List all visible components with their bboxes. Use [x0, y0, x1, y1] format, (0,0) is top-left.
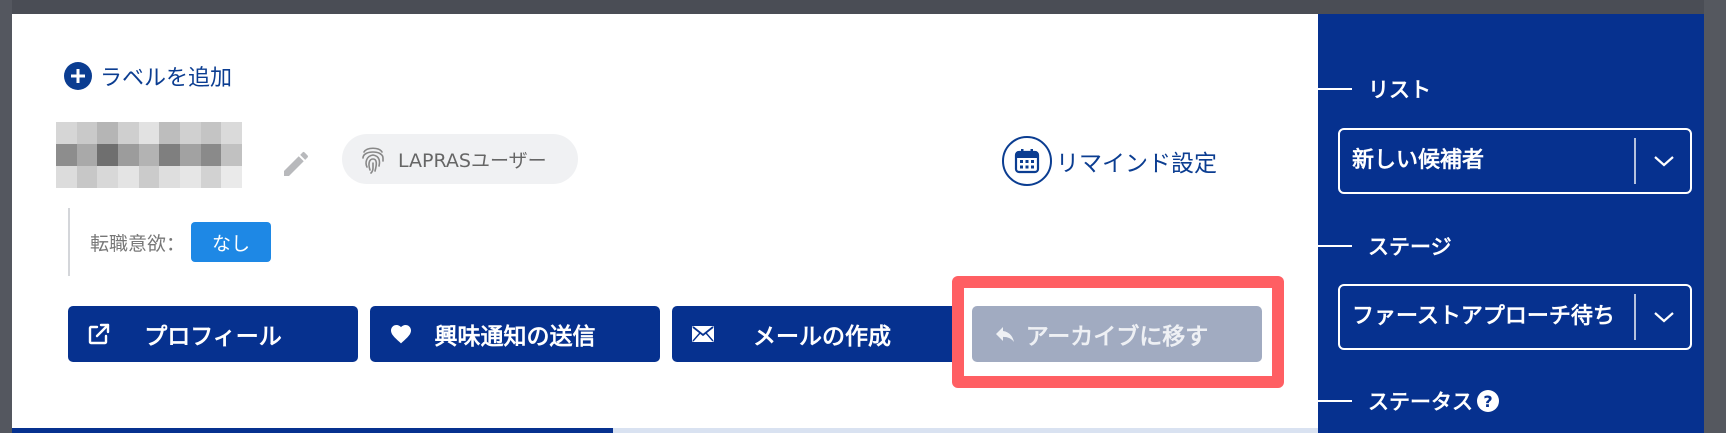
- stage-heading-text: ステージ: [1368, 235, 1452, 259]
- stage-select-value: ファーストアプローチ待ち: [1352, 304, 1615, 329]
- status-heading-text: ステータス: [1368, 390, 1473, 414]
- remind-settings-button[interactable]: リマインド設定: [1002, 136, 1217, 186]
- list-heading: リスト: [1318, 74, 1704, 104]
- motivation-badge: なし: [191, 222, 272, 262]
- heart-icon: [391, 325, 411, 344]
- add-label-button[interactable]: ラベルを追加: [64, 60, 232, 92]
- progress-bar-fill: [12, 428, 613, 433]
- status-heading: ステータス ?: [1318, 386, 1704, 416]
- list-select[interactable]: 新しい候補者: [1338, 128, 1692, 194]
- add-label-text: ラベルを追加: [100, 66, 233, 91]
- reply-arrow-icon: [996, 327, 1014, 342]
- stage-select[interactable]: ファーストアプローチ待ち: [1338, 284, 1692, 350]
- modal-backdrop-right: [1704, 0, 1726, 433]
- move-to-archive-label: アーカイブに移す: [1025, 324, 1209, 350]
- envelope-icon: [692, 326, 714, 342]
- job-change-motivation: 転職意欲： なし: [68, 208, 272, 276]
- remind-settings-label: リマインド設定: [1056, 151, 1217, 177]
- profile-button[interactable]: プロフィール: [68, 306, 358, 362]
- candidate-name-mosaic: [56, 122, 242, 188]
- lapras-user-badge: LAPRASユーザー: [342, 134, 578, 184]
- send-interest-button[interactable]: 興味通知の送信: [370, 306, 660, 362]
- lapras-badge-label: LAPRASユーザー: [398, 149, 547, 172]
- progress-bar: [12, 428, 1318, 433]
- fingerprint-icon: [362, 147, 384, 174]
- chevron-down-icon: [1654, 312, 1674, 323]
- list-select-value: 新しい候補者: [1352, 148, 1485, 173]
- motivation-label: 転職意欲：: [90, 232, 186, 255]
- modal-backdrop-left: [0, 0, 12, 433]
- move-to-archive-button[interactable]: アーカイブに移す: [972, 306, 1262, 362]
- compose-mail-label: メールの作成: [753, 324, 891, 350]
- send-interest-label: 興味通知の送信: [434, 324, 596, 350]
- compose-mail-button[interactable]: メールの作成: [672, 306, 972, 362]
- list-heading-text: リスト: [1368, 78, 1431, 102]
- stage-heading: ステージ: [1318, 231, 1704, 261]
- calendar-icon: [1002, 136, 1052, 186]
- profile-button-label: プロフィール: [144, 324, 282, 350]
- plus-circle-icon: [64, 62, 92, 90]
- pencil-icon[interactable]: [280, 148, 312, 180]
- chevron-down-icon: [1654, 156, 1674, 167]
- external-link-icon: [88, 323, 110, 345]
- question-circle-icon[interactable]: ?: [1477, 390, 1499, 412]
